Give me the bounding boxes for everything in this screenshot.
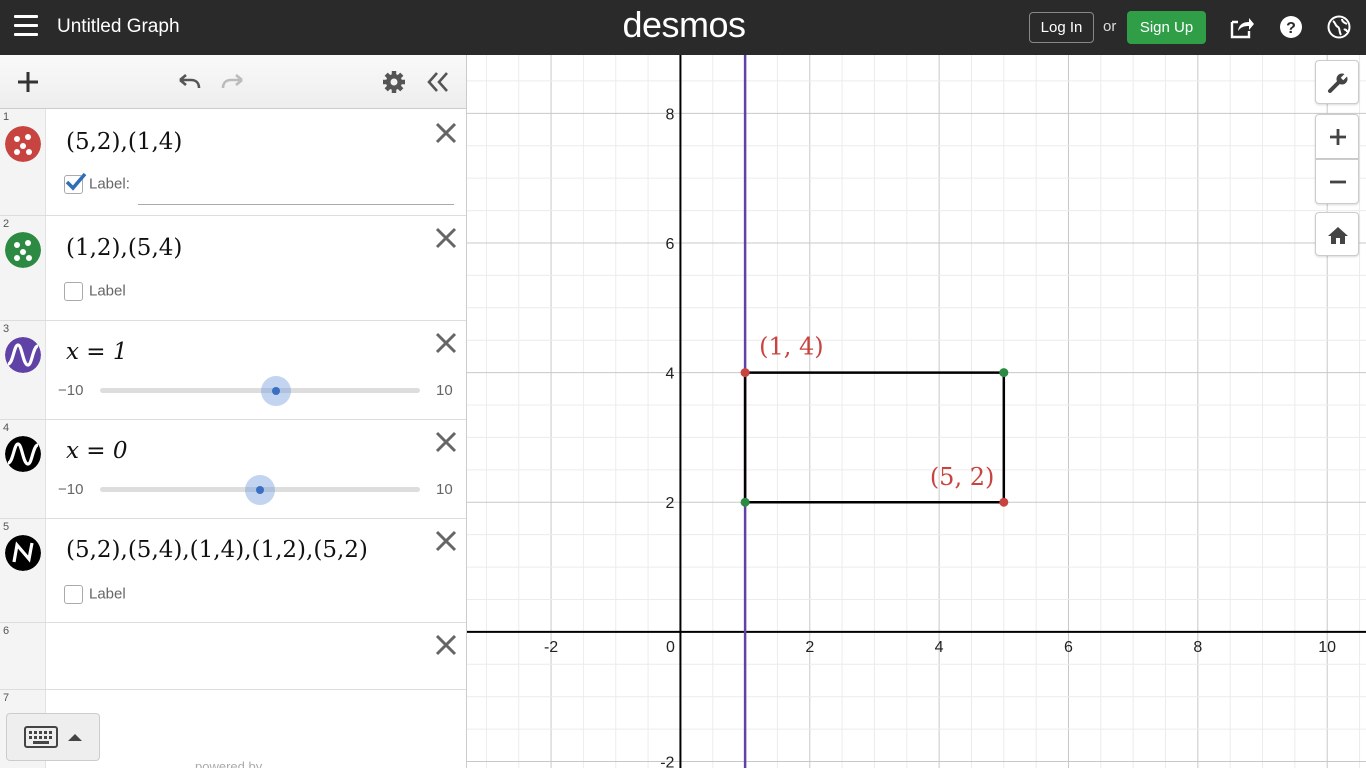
x-tick-label: 8 [1193,639,1202,656]
expression-number: 1 [3,111,10,123]
label-checkbox[interactable] [64,585,83,604]
redo-icon[interactable] [219,68,247,96]
y-tick-label: 8 [666,106,675,123]
expression-row[interactable]: 5 (5,2),(5,4),(1,4),(1,2),(5,2) Label [0,519,466,623]
home-button[interactable] [1315,212,1359,256]
share-icon[interactable] [1229,14,1255,40]
svg-text:?: ? [1286,20,1296,37]
collapse-icon[interactable] [424,68,452,96]
menu-icon[interactable] [14,15,38,37]
label-text: Label [89,585,126,603]
label-input[interactable] [138,204,454,205]
keyboard-icon [24,726,58,748]
red-point [999,497,1009,507]
function-icon[interactable] [5,436,41,472]
slider-min[interactable]: −10 [58,382,83,399]
zoom-out-icon [1330,180,1346,184]
expression-number: 4 [3,422,10,434]
expression-row[interactable]: 4 x = 0 −10 10 [0,420,466,519]
y-tick-label: -2 [660,755,674,768]
expression-math[interactable]: (5,2),(1,4) [66,129,182,155]
slider-track[interactable] [100,388,420,393]
caret-up-icon [68,734,82,741]
checkmark-icon [65,172,87,191]
wrench-icon [1328,72,1349,93]
expression-row[interactable]: 6 [0,623,466,690]
powered-by-text: powered by [195,759,263,768]
slider-handle[interactable] [245,475,275,505]
close-icon[interactable] [434,430,458,454]
globe-icon[interactable] [1326,14,1352,40]
label-checkbox[interactable] [64,172,87,194]
top-bar: Untitled Graph desmos Log In or Sign Up … [0,0,1366,55]
add-icon[interactable] [14,68,42,96]
close-icon[interactable] [434,529,458,553]
undo-icon[interactable] [175,68,203,96]
label-checkbox-row: Label [64,585,126,604]
red-point [740,368,750,378]
green-point [740,497,750,507]
close-icon[interactable] [434,121,458,145]
x-tick-label: -2 [544,639,558,656]
expression-row[interactable]: 3 x = 1 −10 10 [0,321,466,420]
close-icon[interactable] [434,226,458,250]
signup-button[interactable]: Sign Up [1127,11,1206,44]
x-tick-label: 6 [1064,639,1073,656]
x-tick-label: 0 [666,639,675,656]
expression-number: 7 [3,692,10,704]
expression-number: 3 [3,323,10,335]
graph-title[interactable]: Untitled Graph [57,16,180,38]
slider-handle[interactable] [261,376,291,406]
zoom-out-button[interactable] [1315,159,1359,204]
keypad-toggle-button[interactable] [6,713,100,761]
login-button[interactable]: Log In [1029,12,1094,43]
label-text: Label [89,282,126,300]
expression-number: 5 [3,521,10,533]
close-icon[interactable] [434,331,458,355]
expression-math[interactable]: (5,2),(5,4),(1,4),(1,2),(5,2) [66,537,368,563]
graph-canvas[interactable]: -2 0 2 4 6 8 10 -2 2 4 6 8 (1, 4) (5, 2) [467,55,1366,772]
polyline-icon[interactable] [5,535,41,571]
label-checkbox-row: Label: [64,172,130,194]
x-tick-label: 4 [935,639,944,656]
points-icon[interactable] [5,232,41,268]
slider-max[interactable]: 10 [436,481,453,498]
expression-math[interactable]: x = 0 [66,438,128,464]
point-label: (5, 2) [930,463,995,491]
settings-icon[interactable] [380,68,408,96]
function-icon[interactable] [5,337,41,373]
expression-list: 1 (5,2),(1,4) Label: 2 (1,2),(5,4) Label… [0,55,467,768]
help-icon[interactable]: ? [1278,14,1304,40]
expression-math[interactable]: (1,2),(5,4) [66,235,182,261]
label-text: Label: [89,175,130,193]
expression-math[interactable]: x = 1 [66,339,128,365]
expression-gutter [0,109,46,215]
expression-row[interactable]: 2 (1,2),(5,4) Label [0,216,466,321]
graph-paper[interactable]: -2 0 2 4 6 8 10 -2 2 4 6 8 (1, 4) (5, 2) [467,55,1366,772]
label-checkbox[interactable] [64,282,83,301]
y-tick-label: 4 [666,366,675,383]
slider-max[interactable]: 10 [436,382,453,399]
point-label: (1, 4) [759,333,824,361]
zoom-in-icon [1330,129,1346,145]
y-tick-label: 6 [666,236,675,253]
expression-number: 2 [3,218,10,230]
expression-number: 6 [3,625,10,637]
home-icon [1328,227,1348,244]
or-text: or [1103,18,1117,35]
x-tick-label: 2 [805,639,814,656]
slider-min[interactable]: −10 [58,481,83,498]
graph-settings-button[interactable] [1315,60,1359,104]
y-tick-label: 2 [666,495,675,512]
desmos-logo: desmos [622,4,746,45]
green-point [999,368,1009,378]
close-icon[interactable] [434,633,458,657]
label-checkbox-row: Label [64,282,126,301]
x-tick-label: 10 [1318,639,1336,656]
expression-toolbar [0,55,466,109]
zoom-in-button[interactable] [1315,114,1359,159]
expression-row[interactable]: 1 (5,2),(1,4) Label: [0,109,466,216]
points-icon[interactable] [5,126,41,162]
